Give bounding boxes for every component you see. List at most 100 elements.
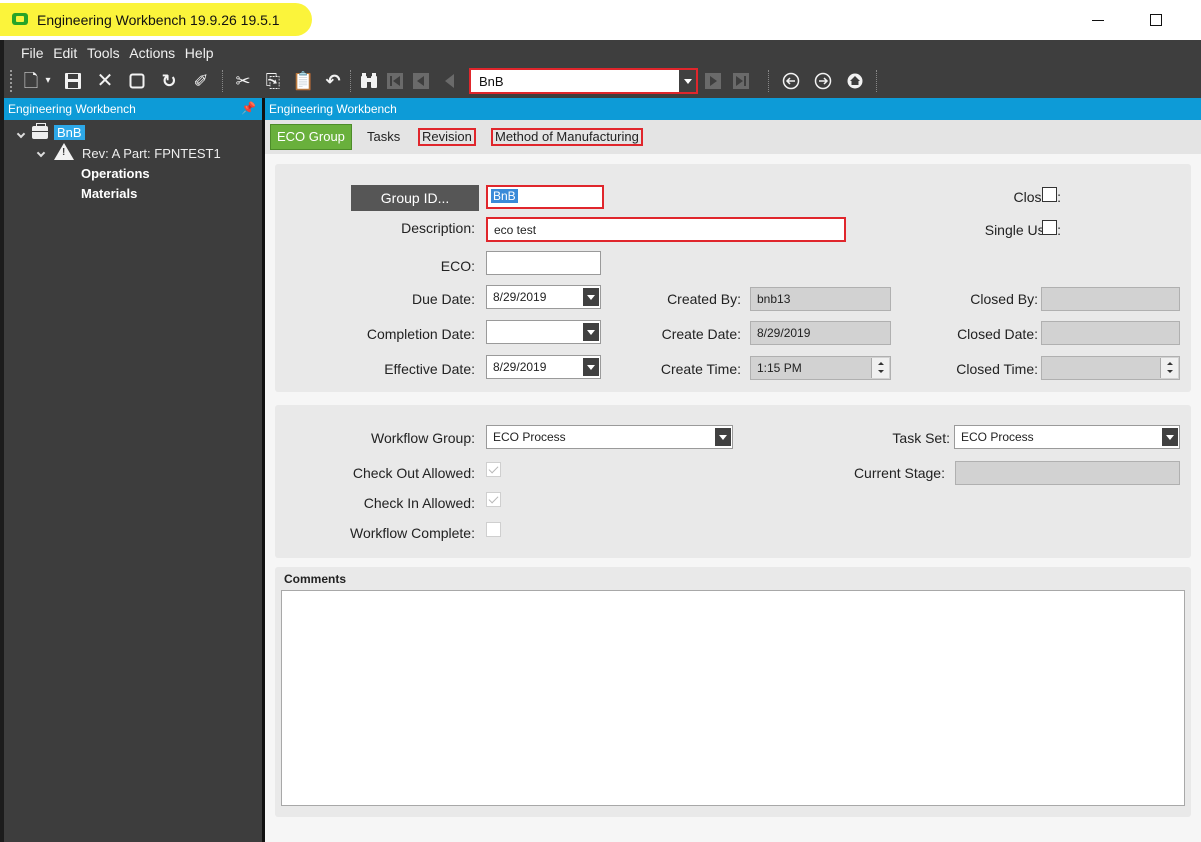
- task-set-select[interactable]: ECO Process: [954, 425, 1180, 449]
- tree-item-root[interactable]: BnB: [54, 125, 85, 140]
- tree-item-materials[interactable]: Materials: [81, 186, 137, 201]
- clear-icon[interactable]: [126, 70, 148, 92]
- check-out-allowed-label: Check Out Allowed:: [352, 465, 475, 481]
- cut-icon[interactable]: ✂: [232, 70, 254, 92]
- menu-actions[interactable]: Actions: [126, 40, 178, 61]
- eco-label: ECO:: [440, 258, 475, 274]
- created-by-label: Created By:: [667, 291, 741, 307]
- group-id-field[interactable]: BnB: [486, 185, 604, 209]
- prev-record-icon[interactable]: [410, 70, 432, 92]
- time-spinner-icon[interactable]: [871, 358, 889, 378]
- tab-tasks[interactable]: Tasks: [365, 128, 402, 148]
- new-dropdown-icon[interactable]: ▾: [37, 70, 59, 92]
- pin-icon[interactable]: 📌: [241, 101, 256, 115]
- save-icon[interactable]: [62, 70, 84, 92]
- group-id-button[interactable]: Group ID...: [351, 185, 479, 211]
- closed-checkbox[interactable]: [1042, 187, 1057, 202]
- toolbar-separator: [876, 70, 878, 92]
- tab-method-of-manufacturing[interactable]: Method of Manufacturing: [491, 128, 643, 146]
- delete-icon[interactable]: ✕: [94, 70, 116, 92]
- back-icon[interactable]: [780, 70, 802, 92]
- chevron-down-icon[interactable]: [715, 428, 731, 446]
- task-set-label: Task Set:: [892, 430, 950, 446]
- workflow-complete-label: Workflow Complete:: [349, 525, 475, 541]
- briefcase-icon: [32, 123, 48, 139]
- completion-date-field[interactable]: [486, 320, 601, 344]
- next-record-icon[interactable]: [702, 70, 724, 92]
- last-record-icon[interactable]: [730, 70, 752, 92]
- prev-icon[interactable]: [438, 70, 460, 92]
- chevron-down-icon[interactable]: [1162, 428, 1178, 446]
- description-field[interactable]: eco test: [486, 217, 846, 242]
- closed-by-label: Closed By:: [970, 291, 1038, 307]
- expand-arrow-icon[interactable]: [36, 148, 46, 158]
- workflow-group-select[interactable]: ECO Process: [486, 425, 733, 449]
- forward-icon[interactable]: [812, 70, 834, 92]
- create-date-field: 8/29/2019: [750, 321, 891, 345]
- due-date-label: Due Date:: [411, 291, 475, 307]
- completion-date-label: Completion Date:: [366, 326, 475, 342]
- workflow-group-label: Workflow Group:: [371, 430, 475, 446]
- calendar-dropdown-icon[interactable]: [583, 288, 599, 306]
- description-label: Description:: [401, 220, 475, 236]
- menu-bar: File Edit Tools Actions Help: [0, 40, 1201, 64]
- due-date-value: 8/29/2019: [493, 290, 547, 304]
- menu-edit[interactable]: Edit: [50, 40, 80, 61]
- effective-date-value: 8/29/2019: [493, 360, 547, 374]
- check-in-allowed-label: Check In Allowed:: [363, 495, 475, 511]
- closed-date-field: [1041, 321, 1180, 345]
- group-id-value: BnB: [491, 189, 518, 203]
- tab-eco-group[interactable]: ECO Group: [270, 124, 352, 150]
- single-user-checkbox[interactable]: [1042, 220, 1057, 235]
- create-time-label: Create Time:: [660, 361, 741, 377]
- calendar-dropdown-icon[interactable]: [583, 358, 599, 376]
- closed-date-label: Closed Date:: [957, 326, 1038, 342]
- warning-icon: [54, 143, 74, 160]
- current-stage-field: [955, 461, 1180, 485]
- main-panel-title: Engineering Workbench: [269, 102, 397, 116]
- toolbar: 🗋 ▾ ✕ ↻ ✐ ✂ ⎘ 📋 ↶ BnB: [0, 64, 1201, 98]
- toolbar-grip[interactable]: [10, 70, 13, 92]
- check-in-allowed-checkbox[interactable]: [486, 492, 501, 507]
- main-panel-header: Engineering Workbench: [265, 98, 1201, 120]
- eco-field[interactable]: [486, 251, 601, 275]
- due-date-field[interactable]: 8/29/2019: [486, 285, 601, 309]
- maximize-button[interactable]: [1150, 14, 1162, 26]
- time-spinner-icon[interactable]: [1160, 358, 1178, 378]
- copy-icon[interactable]: ⎘: [262, 70, 284, 92]
- menu-tools[interactable]: Tools: [84, 40, 123, 61]
- create-date-label: Create Date:: [661, 326, 741, 342]
- toolbar-separator: [350, 70, 352, 92]
- comments-label: Comments: [284, 572, 347, 586]
- title-bar: Engineering Workbench 19.9.26 19.5.1: [0, 0, 1201, 40]
- tree-item-revision[interactable]: Rev: A Part: FPNTEST1: [82, 146, 221, 161]
- comments-textarea[interactable]: [281, 590, 1185, 806]
- minimize-button[interactable]: [1092, 10, 1106, 30]
- navigation-combo[interactable]: BnB: [469, 68, 698, 94]
- effective-date-field[interactable]: 8/29/2019: [486, 355, 601, 379]
- workflow-group-value: ECO Process: [493, 430, 566, 444]
- paste-icon[interactable]: 📋: [292, 70, 314, 92]
- navigation-combo-value: BnB: [479, 74, 504, 89]
- created-by-field: bnb13: [750, 287, 891, 311]
- first-record-icon[interactable]: [384, 70, 406, 92]
- home-icon[interactable]: [844, 70, 866, 92]
- calendar-dropdown-icon[interactable]: [583, 323, 599, 341]
- search-icon[interactable]: [358, 70, 380, 92]
- check-out-allowed-checkbox[interactable]: [486, 462, 501, 477]
- tab-revision[interactable]: Revision: [418, 128, 476, 146]
- tree-item-operations[interactable]: Operations: [81, 166, 150, 181]
- menu-file[interactable]: File: [18, 40, 47, 61]
- window-title: Engineering Workbench 19.9.26 19.5.1: [37, 12, 280, 28]
- workflow-complete-checkbox[interactable]: [486, 522, 501, 537]
- app-icon: [12, 13, 28, 25]
- chevron-down-icon[interactable]: [679, 70, 696, 92]
- effective-date-label: Effective Date:: [384, 361, 475, 377]
- expand-arrow-icon[interactable]: [16, 129, 26, 139]
- undo-icon[interactable]: ↶: [322, 70, 344, 92]
- refresh-icon[interactable]: ↻: [158, 70, 180, 92]
- undo-brush-icon[interactable]: ✐: [190, 70, 212, 92]
- menu-help[interactable]: Help: [182, 40, 217, 61]
- closed-time-field: [1041, 356, 1180, 380]
- current-stage-label: Current Stage:: [853, 465, 945, 481]
